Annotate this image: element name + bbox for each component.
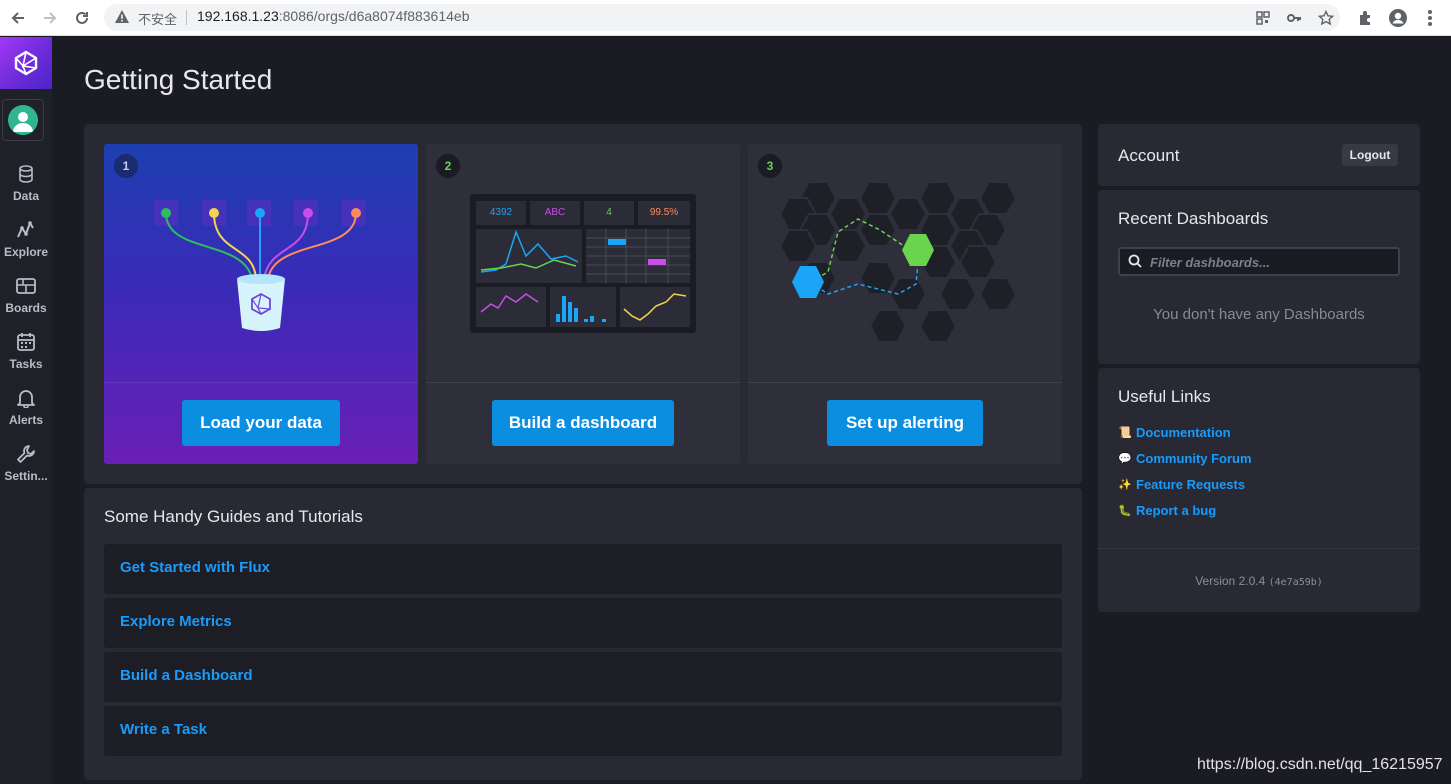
- card-divider: [104, 382, 418, 383]
- address-separator: [186, 10, 187, 25]
- bell-icon: [15, 387, 37, 409]
- sidebar-item-label: Settin...: [4, 469, 48, 483]
- dashboard-illustration: [470, 194, 696, 333]
- link-label: Community Forum: [1136, 451, 1252, 466]
- sidebar-item-label: Explore: [3, 245, 48, 259]
- recent-dashboards-heading: Recent Dashboards: [1118, 209, 1269, 228]
- page-title: Getting Started: [84, 64, 273, 95]
- back-arrow-icon[interactable]: [6, 6, 30, 30]
- step-card-load-data: 1 Load your data: [104, 144, 418, 464]
- url-text[interactable]: 192.168.1.23:8086/orgs/d6a8074f883614eb: [197, 8, 469, 24]
- guide-link-label: Write a Task: [120, 721, 207, 738]
- data-bucket-illustration: [154, 200, 366, 331]
- sidebar-item-label: Alerts: [8, 413, 43, 427]
- recent-dashboards-panel: Recent Dashboards Filter dashboards... Y…: [1098, 190, 1420, 364]
- guide-link-task[interactable]: Write a Task: [104, 706, 1062, 756]
- calendar-icon: [15, 331, 37, 353]
- set-up-alerting-button[interactable]: Set up alerting: [827, 400, 983, 446]
- card-divider: [748, 382, 1062, 383]
- sidebar-item-alerts[interactable]: Alerts: [0, 385, 52, 435]
- influxdb-logo-icon[interactable]: [0, 37, 52, 89]
- wrench-icon: [15, 443, 37, 465]
- insecure-label: 不安全: [138, 12, 178, 27]
- bookmark-star-icon[interactable]: [1317, 9, 1335, 27]
- load-data-button[interactable]: Load your data: [182, 400, 340, 446]
- useful-links-panel: Useful Links 📜 Documentation 💬 Community F…: [1098, 368, 1420, 612]
- build-dashboard-button[interactable]: Build a dashboard: [492, 400, 674, 446]
- version-hash: (4e7a59b): [1268, 577, 1323, 588]
- forward-arrow-icon[interactable]: [38, 6, 62, 30]
- version-label: Version 2.0.4: [1195, 574, 1266, 588]
- speech-bubble-icon: 💬: [1118, 453, 1132, 465]
- step-card-alerting: 3 Set up alerting: [748, 144, 1062, 464]
- filter-dashboards-input[interactable]: Filter dashboards...: [1118, 247, 1400, 276]
- guides-heading: Some Handy Guides and Tutorials: [104, 507, 363, 526]
- menu-kebab-icon[interactable]: [1419, 7, 1441, 29]
- link-label: Feature Requests: [1136, 477, 1246, 492]
- guide-link-label: Explore Metrics: [120, 613, 232, 630]
- guide-link-label: Get Started with Flux: [120, 559, 271, 576]
- profile-icon[interactable]: [1387, 7, 1409, 29]
- sidebar-item-settings[interactable]: Settin...: [0, 441, 52, 491]
- graph-icon: [15, 219, 37, 241]
- account-panel: Account Logout: [1098, 124, 1420, 186]
- empty-dashboards-text: You don't have any Dashboards: [1153, 306, 1365, 323]
- dashboard-icon: [15, 275, 37, 297]
- preview-stat-count: 4: [606, 207, 612, 218]
- guide-link-flux[interactable]: Get Started with Flux: [104, 544, 1062, 594]
- browser-toolbar: 不安全 192.168.1.23:8086/orgs/d6a8074f88361…: [0, 0, 1451, 36]
- address-bar[interactable]: 不安全 192.168.1.23:8086/orgs/d6a8074f88361…: [104, 4, 1340, 31]
- reload-icon[interactable]: [70, 6, 94, 30]
- url-path: :8086/orgs/d6a8074f883614eb: [278, 8, 470, 24]
- warning-icon: [114, 9, 130, 30]
- link-label: Documentation: [1136, 425, 1231, 440]
- sidebar-item-explore[interactable]: Explore: [0, 217, 52, 267]
- preview-stat-percent: 99.5%: [649, 207, 679, 218]
- report-bug-link[interactable]: 🐛 Report a bug: [1118, 503, 1216, 518]
- link-label: Report a bug: [1136, 503, 1217, 518]
- search-icon: [1128, 254, 1142, 273]
- bug-icon: 🐛: [1118, 505, 1132, 517]
- sidebar-item-data[interactable]: Data: [0, 161, 52, 211]
- sidebar-item-boards[interactable]: Boards: [0, 273, 52, 323]
- useful-links-heading: Useful Links: [1118, 387, 1211, 406]
- alerting-hex-illustration: [778, 181, 1018, 343]
- guide-link-metrics[interactable]: Explore Metrics: [104, 598, 1062, 648]
- logout-button[interactable]: Logout: [1342, 144, 1398, 166]
- preview-stat-value: 4392: [489, 207, 513, 218]
- extensions-puzzle-icon[interactable]: [1355, 7, 1377, 29]
- sparkles-icon: ✨: [1118, 479, 1132, 491]
- guide-link-label: Build a Dashboard: [120, 667, 253, 684]
- account-heading: Account: [1118, 146, 1180, 165]
- avatar: [8, 105, 38, 135]
- filter-placeholder: Filter dashboards...: [1150, 255, 1270, 270]
- sidebar-nav: Data Explore Boards Tasks Alerts Settin.…: [0, 37, 52, 784]
- sidebar-item-label: Boards: [5, 301, 47, 315]
- database-icon: [15, 163, 37, 185]
- watermark-text: https://blog.csdn.net/qq_16215957: [1197, 756, 1443, 773]
- links-divider: [1098, 548, 1420, 549]
- sidebar-item-tasks[interactable]: Tasks: [0, 329, 52, 379]
- preview-stat-text: ABC: [544, 207, 566, 218]
- version-info: Version 2.0.4 (4e7a59b): [1098, 574, 1420, 588]
- sidebar-item-label: Data: [12, 189, 39, 203]
- url-host: 192.168.1.23: [197, 8, 279, 24]
- documentation-link[interactable]: 📜 Documentation: [1118, 425, 1231, 440]
- scroll-icon: 📜: [1118, 427, 1132, 439]
- qr-code-icon[interactable]: [1254, 9, 1272, 27]
- guide-link-dashboard[interactable]: Build a Dashboard: [104, 652, 1062, 702]
- user-avatar-button[interactable]: [2, 99, 44, 141]
- feature-requests-link[interactable]: ✨ Feature Requests: [1118, 477, 1245, 492]
- sidebar-item-label: Tasks: [9, 357, 43, 371]
- card-divider: [426, 382, 740, 383]
- key-icon[interactable]: [1285, 9, 1303, 27]
- community-forum-link[interactable]: 💬 Community Forum: [1118, 451, 1252, 466]
- step-card-build-dashboard: 2 4392 ABC 4 99.5% Build a dashboard: [426, 144, 740, 464]
